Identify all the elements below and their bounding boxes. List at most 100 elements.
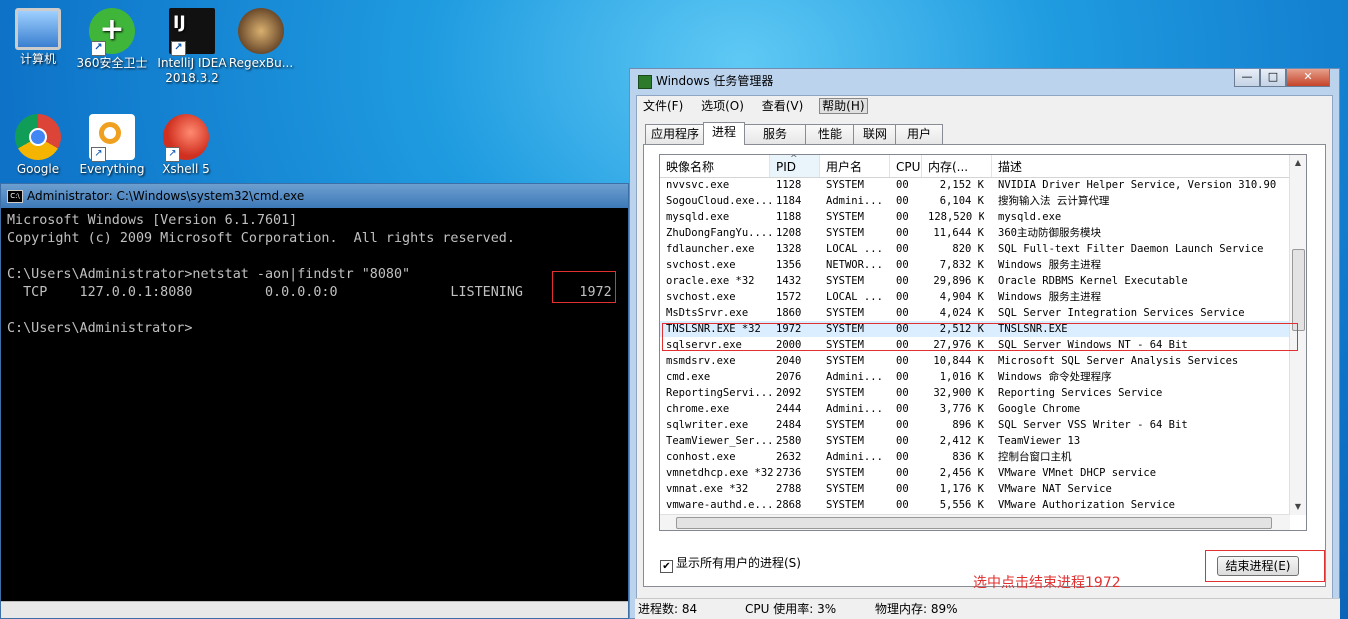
process-cell: SQL Full-text Filter Daemon Launch Servi… <box>998 243 1264 255</box>
cmd-line: C:\Users\Administrator>netstat -aon|find… <box>7 267 411 282</box>
column-description[interactable]: 描述 <box>992 155 1292 177</box>
process-row[interactable]: fdlauncher.exe 1328 LOCAL ... 00 820 K SQL Fu… <box>660 241 1292 257</box>
desktop-icon-computer[interactable]: 计算机 <box>1 8 75 67</box>
process-row[interactable]: svchost.exe 1572 LOCAL ... 00 4,904 K Windows… <box>660 289 1292 305</box>
intellij-icon: IJ ↗ <box>169 8 215 56</box>
menu-view[interactable]: 查看(V) <box>760 99 806 113</box>
status-cpu-usage: CPU 使用率: 3% <box>745 602 837 616</box>
process-cell: 4,024 K <box>939 307 984 319</box>
process-row[interactable]: svchost.exe 1356 NETWOR... 00 7,832 K Windows… <box>660 257 1292 273</box>
menu-bar: 文件(F) 选项(O) 查看(V) 帮助(H) <box>637 96 1332 116</box>
process-cell: oracle.exe *32 <box>666 275 755 287</box>
tab-services[interactable]: 服务 <box>743 124 807 144</box>
process-row[interactable]: vmnetdhcp.exe *32 2736 SYSTEM 00 2,456 K VMwa… <box>660 465 1292 481</box>
tab-performance[interactable]: 性能 <box>805 124 855 144</box>
horizontal-scroll-thumb[interactable] <box>676 517 1272 529</box>
process-cell: 00 <box>896 371 909 383</box>
column-memory[interactable]: 内存(... <box>922 155 992 177</box>
process-row[interactable]: SogouCloud.exe... 1184 Admini... 00 6,104 K 搜… <box>660 193 1292 209</box>
show-all-users-checkbox[interactable]: ✔ 显示所有用户的进程(S) <box>660 556 801 573</box>
process-row[interactable]: mysqld.exe 1188 SYSTEM 00 128,520 K mysqld.ex… <box>660 209 1292 225</box>
shortcut-arrow-icon: ↗ <box>91 147 106 162</box>
process-cell: 00 <box>896 355 909 367</box>
column-pid[interactable]: PID ^ <box>770 155 820 177</box>
process-cell: 1356 <box>776 259 802 271</box>
scroll-up-arrow-icon[interactable]: ▲ <box>1290 155 1306 171</box>
process-cell: SYSTEM <box>826 179 864 191</box>
cmd-line: Microsoft Windows [Version 6.1.7601] <box>7 213 298 228</box>
process-cell: 2868 <box>776 499 802 511</box>
maximize-button[interactable]: □ <box>1260 69 1286 87</box>
process-cell: conhost.exe <box>666 451 736 463</box>
cmd-window[interactable]: C:\ Administrator: C:\Windows\system32\c… <box>0 183 629 619</box>
process-cell: ReportingServi... <box>666 387 774 399</box>
process-cell: Windows 服务主进程 <box>998 259 1102 271</box>
minimize-button[interactable]: — <box>1234 69 1260 87</box>
search-icon: ↗ <box>89 114 135 162</box>
menu-help[interactable]: 帮助(H) <box>819 98 868 114</box>
process-row[interactable]: vmnat.exe *32 2788 SYSTEM 00 1,176 K VMware N… <box>660 481 1292 497</box>
process-row[interactable]: ZhuDongFangYu.... 1208 SYSTEM 00 11,644 K 360… <box>660 225 1292 241</box>
desktop-icon-xshell[interactable]: ↗ Xshell 5 <box>149 114 223 177</box>
process-cell: vmnat.exe *32 <box>666 483 749 495</box>
process-cell: SYSTEM <box>826 355 864 367</box>
process-list-horizontal-scrollbar[interactable] <box>660 514 1290 530</box>
task-manager-titlebar[interactable]: Windows 任务管理器 — □ ✕ <box>630 69 1339 95</box>
desktop-icon-regexbuddy[interactable]: RegexBu... <box>224 8 298 71</box>
desktop-icon-360[interactable]: + ↗ 360安全卫士 <box>75 8 149 71</box>
cmd-output[interactable]: Microsoft Windows [Version 6.1.7601] Cop… <box>1 208 628 342</box>
cmd-titlebar[interactable]: C:\ Administrator: C:\Windows\system32\c… <box>1 184 628 208</box>
owl-icon <box>238 8 284 54</box>
desktop-icon-label: Everything <box>79 162 145 176</box>
process-cell: 1432 <box>776 275 802 287</box>
process-cell: 32,900 K <box>933 387 984 399</box>
process-cell: 00 <box>896 259 909 271</box>
selected-row-highlight-box <box>662 323 1298 351</box>
process-row[interactable]: sqlwriter.exe 2484 SYSTEM 00 896 K SQL Server… <box>660 417 1292 433</box>
process-row[interactable]: vmware-authd.e... 2868 SYSTEM 00 5,556 K VMwa… <box>660 497 1292 513</box>
process-cell: 00 <box>896 419 909 431</box>
menu-file[interactable]: 文件(F) <box>641 99 685 113</box>
scroll-thumb[interactable] <box>1292 249 1305 331</box>
tab-applications[interactable]: 应用程序 <box>645 124 705 144</box>
column-cpu[interactable]: CPU <box>890 155 922 177</box>
task-manager-title: Windows 任务管理器 <box>656 74 774 88</box>
process-cell: mysqld.exe <box>666 211 730 223</box>
process-row[interactable]: TeamViewer_Ser... 2580 SYSTEM 00 2,412 K Team… <box>660 433 1292 449</box>
sort-ascending-icon: ^ <box>790 154 798 164</box>
process-row[interactable]: chrome.exe 2444 Admini... 00 3,776 K Google C… <box>660 401 1292 417</box>
cmd-horizontal-scrollbar[interactable] <box>1 601 628 618</box>
process-cell: 2076 <box>776 371 802 383</box>
status-physical-memory: 物理内存: 89% <box>875 602 958 616</box>
tab-users[interactable]: 用户 <box>895 124 943 144</box>
process-cell: 2,152 K <box>939 179 984 191</box>
column-user-name[interactable]: 用户名 <box>820 155 890 177</box>
process-row[interactable]: ReportingServi... 2092 SYSTEM 00 32,900 K Rep… <box>660 385 1292 401</box>
process-cell: Reporting Services Service <box>998 387 1163 399</box>
shortcut-arrow-icon: ↗ <box>171 41 186 56</box>
process-cell: ZhuDongFangYu.... <box>666 227 774 239</box>
process-row[interactable]: msmdsrv.exe 2040 SYSTEM 00 10,844 K Microsoft… <box>660 353 1292 369</box>
process-row[interactable]: cmd.exe 2076 Admini... 00 1,016 K Windows 命令处… <box>660 369 1292 385</box>
checkbox-check-icon[interactable]: ✔ <box>660 560 673 573</box>
process-row[interactable]: nvvsvc.exe 1128 SYSTEM 00 2,152 K NVIDIA Driv… <box>660 177 1292 193</box>
tab-networking[interactable]: 联网 <box>853 124 897 144</box>
process-cell: 896 K <box>952 419 984 431</box>
process-cell: 1572 <box>776 291 802 303</box>
process-row[interactable]: conhost.exe 2632 Admini... 00 836 K 控制台窗口主机 <box>660 449 1292 465</box>
process-row[interactable]: oracle.exe *32 1432 SYSTEM 00 29,896 K Oracle… <box>660 273 1292 289</box>
column-image-name[interactable]: 映像名称 <box>660 155 770 177</box>
process-cell: 2040 <box>776 355 802 367</box>
process-cell: 1188 <box>776 211 802 223</box>
desktop-icon-intellij[interactable]: IJ ↗ IntelliJ IDEA 2018.3.2 <box>155 8 229 86</box>
menu-options[interactable]: 选项(O) <box>699 99 746 113</box>
close-button[interactable]: ✕ <box>1286 69 1330 87</box>
desktop-icon-everything[interactable]: ↗ Everything <box>75 114 149 177</box>
tab-processes[interactable]: 进程 <box>703 122 745 145</box>
process-cell: Admini... <box>826 371 883 383</box>
desktop-icon-chrome[interactable]: Google <box>1 114 75 177</box>
scroll-down-arrow-icon[interactable]: ▼ <box>1290 499 1306 515</box>
process-cell: 360主动防御服务模块 <box>998 227 1101 239</box>
process-row[interactable]: MsDtsSrvr.exe 1860 SYSTEM 00 4,024 K SQL Serv… <box>660 305 1292 321</box>
process-cell: 2484 <box>776 419 802 431</box>
